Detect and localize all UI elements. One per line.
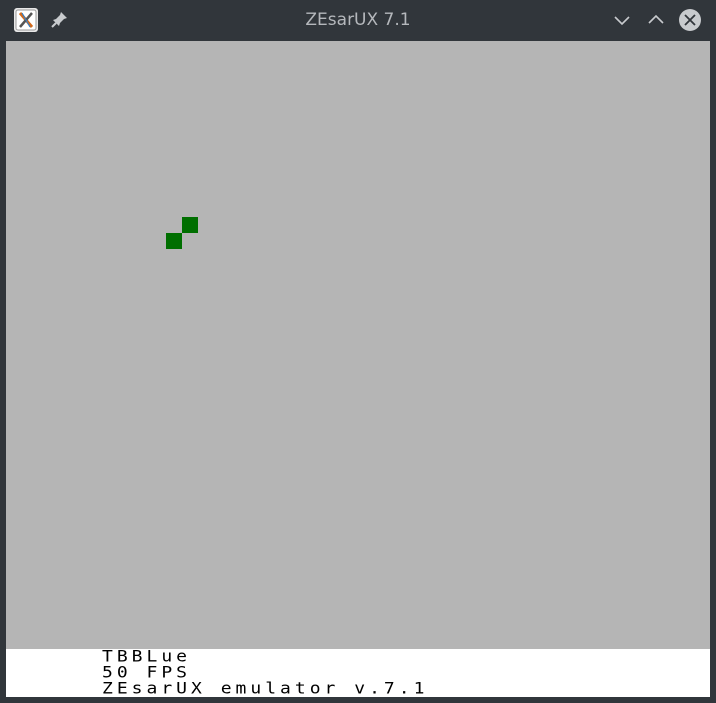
emulator-screen[interactable]	[6, 41, 710, 649]
chevron-down-icon	[614, 16, 630, 26]
status-footer: TBBLue 50 FPS ZEsarUX emulator v.7.1	[6, 649, 710, 697]
chevron-up-icon	[648, 14, 664, 24]
version-label: ZEsarUX emulator v.7.1	[102, 679, 429, 699]
close-icon	[679, 9, 701, 31]
app-window: ZEsarUX 7.1 TBBLue 50 FPS ZEsarUX emulat…	[0, 0, 716, 703]
machine-label: TBBLue	[102, 647, 192, 667]
maximize-button[interactable]	[644, 8, 668, 32]
close-button[interactable]	[678, 8, 702, 32]
window-title: ZEsarUX 7.1	[305, 10, 411, 30]
green-pixel-block	[182, 217, 198, 233]
pin-icon[interactable]	[50, 9, 70, 29]
minimize-button[interactable]	[610, 8, 634, 32]
green-pixel-block	[166, 233, 182, 249]
title-bar[interactable]: ZEsarUX 7.1	[0, 0, 716, 40]
zesarux-app-icon[interactable]	[14, 8, 38, 32]
fps-label: 50 FPS	[102, 663, 192, 683]
window-bottom-border	[0, 697, 716, 703]
